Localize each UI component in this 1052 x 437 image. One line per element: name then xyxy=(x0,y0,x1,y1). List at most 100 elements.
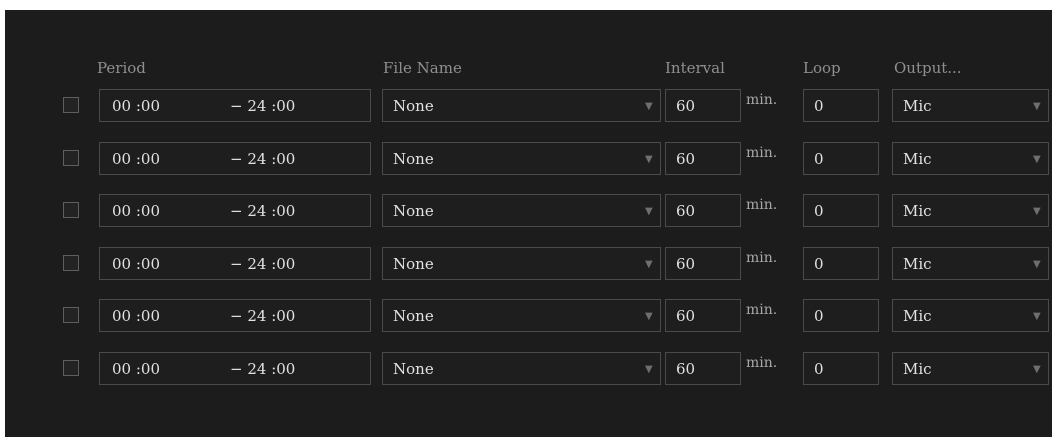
interval-value: 60 xyxy=(676,307,696,325)
output-select[interactable]: Mic ▼ xyxy=(892,299,1049,332)
row-enable-checkbox[interactable] xyxy=(63,97,79,113)
interval-unit: min. xyxy=(746,354,778,371)
header-file-name: File Name xyxy=(383,59,462,77)
interval-input[interactable]: 60 xyxy=(665,299,741,332)
file-name-select[interactable]: None ▼ xyxy=(382,351,661,386)
interval-value: 60 xyxy=(676,202,696,220)
period-end-time[interactable]: − 24 :00 xyxy=(230,150,295,168)
interval-input[interactable]: 60 xyxy=(665,141,741,175)
interval-value: 60 xyxy=(676,149,696,168)
interval-unit: min. xyxy=(746,144,778,161)
schedule-row: 00 :00 − 24 :00 None ▼ 60 min. 0 Mic ▼ xyxy=(5,299,1052,332)
triangle-down-icon[interactable]: ▼ xyxy=(1033,248,1041,281)
period-start-time[interactable]: 00 :00 xyxy=(112,255,160,273)
period-time-range[interactable]: 00 :00 − 24 :00 xyxy=(99,246,371,280)
triangle-down-icon[interactable]: ▼ xyxy=(645,248,653,281)
file-name-value: None xyxy=(393,359,434,378)
triangle-down-icon[interactable]: ▼ xyxy=(1033,195,1041,228)
loop-input[interactable]: 0 xyxy=(803,299,879,332)
output-value: Mic xyxy=(903,149,932,168)
row-enable-checkbox[interactable] xyxy=(63,307,79,323)
period-end-time[interactable]: − 24 :00 xyxy=(230,255,295,273)
output-select[interactable]: Mic ▼ xyxy=(892,194,1049,227)
period-end-time[interactable]: − 24 :00 xyxy=(230,97,295,115)
schedule-row: 00 :00 − 24 :00 None ▼ 60 min. 0 Mic ▼ xyxy=(5,351,1052,386)
output-value: Mic xyxy=(903,307,932,325)
output-select[interactable]: Mic ▼ xyxy=(892,141,1049,176)
triangle-down-icon[interactable]: ▼ xyxy=(1033,300,1041,333)
period-time-range[interactable]: 00 :00 − 24 :00 xyxy=(99,89,371,122)
period-time-range[interactable]: 00 :00 − 24 :00 xyxy=(99,194,371,227)
interval-input[interactable]: 60 xyxy=(665,246,741,280)
output-value: Mic xyxy=(903,97,932,115)
file-name-value: None xyxy=(393,254,434,273)
loop-input[interactable]: 0 xyxy=(803,351,879,385)
interval-value: 60 xyxy=(676,359,696,378)
loop-value: 0 xyxy=(814,97,824,115)
loop-value: 0 xyxy=(814,149,824,168)
period-start-time[interactable]: 00 :00 xyxy=(112,360,160,378)
loop-input[interactable]: 0 xyxy=(803,141,879,175)
interval-unit: min. xyxy=(746,249,778,266)
output-select[interactable]: Mic ▼ xyxy=(892,246,1049,281)
interval-value: 60 xyxy=(676,97,696,115)
loop-input[interactable]: 0 xyxy=(803,194,879,227)
period-time-range[interactable]: 00 :00 − 24 :00 xyxy=(99,299,371,332)
row-enable-checkbox[interactable] xyxy=(63,202,79,218)
interval-input[interactable]: 60 xyxy=(665,89,741,122)
output-value: Mic xyxy=(903,254,932,273)
period-time-range[interactable]: 00 :00 − 24 :00 xyxy=(99,141,371,175)
file-name-select[interactable]: None ▼ xyxy=(382,246,661,281)
period-end-time[interactable]: − 24 :00 xyxy=(230,202,295,220)
period-start-time[interactable]: 00 :00 xyxy=(112,150,160,168)
triangle-down-icon[interactable]: ▼ xyxy=(1033,143,1041,176)
output-select[interactable]: Mic ▼ xyxy=(892,89,1049,122)
schedule-row: 00 :00 − 24 :00 None ▼ 60 min. 0 Mic ▼ xyxy=(5,246,1052,281)
header-loop: Loop xyxy=(803,59,841,77)
triangle-down-icon[interactable]: ▼ xyxy=(645,353,653,386)
interval-value: 60 xyxy=(676,254,696,273)
file-name-value: None xyxy=(393,307,434,325)
row-enable-checkbox[interactable] xyxy=(63,359,79,376)
triangle-down-icon[interactable]: ▼ xyxy=(1033,353,1041,386)
header-output: Output... xyxy=(894,59,962,77)
triangle-down-icon[interactable]: ▼ xyxy=(645,90,653,123)
row-enable-checkbox[interactable] xyxy=(63,149,79,166)
interval-unit: min. xyxy=(746,197,778,213)
file-name-select[interactable]: None ▼ xyxy=(382,299,661,332)
interval-input[interactable]: 60 xyxy=(665,351,741,385)
interval-unit: min. xyxy=(746,302,778,318)
file-name-value: None xyxy=(393,202,434,220)
file-name-value: None xyxy=(393,97,434,115)
header-interval: Interval xyxy=(665,59,725,77)
period-end-time[interactable]: − 24 :00 xyxy=(230,307,295,325)
loop-input[interactable]: 0 xyxy=(803,89,879,122)
interval-input[interactable]: 60 xyxy=(665,194,741,227)
schedule-row: 00 :00 − 24 :00 None ▼ 60 min. 0 Mic ▼ xyxy=(5,194,1052,227)
output-select[interactable]: Mic ▼ xyxy=(892,351,1049,386)
period-start-time[interactable]: 00 :00 xyxy=(112,97,160,115)
loop-value: 0 xyxy=(814,202,824,220)
period-start-time[interactable]: 00 :00 xyxy=(112,202,160,220)
row-enable-checkbox[interactable] xyxy=(63,254,79,271)
period-start-time[interactable]: 00 :00 xyxy=(112,307,160,325)
triangle-down-icon[interactable]: ▼ xyxy=(1033,90,1041,123)
loop-value: 0 xyxy=(814,359,824,378)
output-value: Mic xyxy=(903,359,932,378)
loop-input[interactable]: 0 xyxy=(803,246,879,280)
file-name-select[interactable]: None ▼ xyxy=(382,141,661,176)
header-period: Period xyxy=(97,59,146,77)
output-value: Mic xyxy=(903,202,932,220)
period-end-time[interactable]: − 24 :00 xyxy=(230,360,295,378)
triangle-down-icon[interactable]: ▼ xyxy=(645,300,653,333)
triangle-down-icon[interactable]: ▼ xyxy=(645,195,653,228)
file-name-select[interactable]: None ▼ xyxy=(382,89,661,122)
schedule-panel: Period File Name Interval Loop Output...… xyxy=(5,10,1052,437)
file-name-value: None xyxy=(393,149,434,168)
period-time-range[interactable]: 00 :00 − 24 :00 xyxy=(99,351,371,385)
file-name-select[interactable]: None ▼ xyxy=(382,194,661,227)
interval-unit: min. xyxy=(746,92,778,108)
schedule-row: 00 :00 − 24 :00 None ▼ 60 min. 0 Mic ▼ xyxy=(5,89,1052,122)
triangle-down-icon[interactable]: ▼ xyxy=(645,143,653,176)
schedule-row: 00 :00 − 24 :00 None ▼ 60 min. 0 Mic ▼ xyxy=(5,141,1052,176)
